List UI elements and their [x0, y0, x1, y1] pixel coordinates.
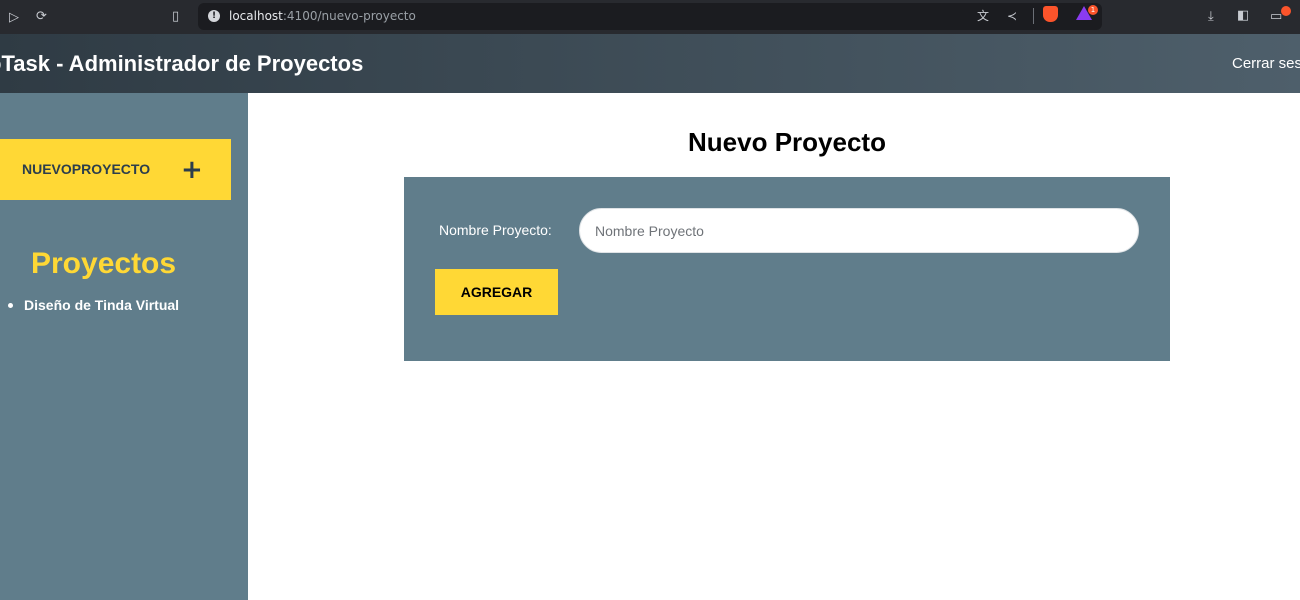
project-name-label: Nombre Proyecto:	[439, 222, 552, 238]
share-icon[interactable]: ≺	[1007, 10, 1017, 22]
address-bar[interactable]: ! localhost:4100/nuevo-proyecto 文 ≺	[198, 3, 1102, 30]
app-header: oTask - Administrador de Proyectos Cerra…	[0, 34, 1300, 93]
page-title: Nuevo Proyecto	[688, 127, 886, 157]
sidebar: NUEVOPROYECTO + Proyectos Diseño de Tind…	[0, 93, 248, 600]
project-name-input[interactable]	[579, 208, 1139, 253]
logout-button[interactable]: Cerrar ses	[1232, 55, 1300, 72]
new-project-button[interactable]: NUEVOPROYECTO +	[0, 139, 231, 200]
bullet-icon	[8, 302, 13, 308]
app-title: oTask - Administrador de Proyectos	[0, 51, 364, 76]
url-path: :4100/nuevo-proyecto	[282, 9, 416, 23]
url-text[interactable]: localhost:4100/nuevo-proyecto	[229, 9, 416, 23]
site-info-icon[interactable]: !	[208, 10, 220, 22]
play-icon[interactable]: ▷	[9, 11, 19, 24]
new-project-label: NUEVOPROYECTO	[22, 161, 151, 177]
download-icon[interactable]: ⤓	[1208, 10, 1214, 23]
project-list: Diseño de Tinda Virtual	[8, 297, 179, 313]
projects-heading: Proyectos	[31, 247, 177, 280]
wallet-notification-dot	[1281, 6, 1291, 16]
new-project-form: Nombre Proyecto: AGREGAR	[404, 177, 1170, 361]
translate-icon[interactable]: 文	[977, 10, 989, 22]
toolbar-divider	[1033, 8, 1034, 24]
reload-icon[interactable]: ⟳	[36, 10, 47, 23]
plus-icon: +	[181, 155, 203, 185]
project-list-item[interactable]: Diseño de Tinda Virtual	[8, 297, 179, 313]
project-name: Diseño de Tinda Virtual	[24, 297, 180, 313]
bookmark-icon[interactable]: ▯	[172, 10, 179, 23]
add-project-button[interactable]: AGREGAR	[435, 269, 558, 315]
rewards-badge: 1	[1088, 5, 1098, 15]
sidebar-toggle-icon[interactable]: ◧	[1237, 9, 1249, 22]
brave-shields-icon[interactable]	[1043, 6, 1058, 22]
browser-toolbar: ▷ ⟳ ▯ ! localhost:4100/nuevo-proyecto 文 …	[0, 0, 1300, 34]
url-host: localhost	[229, 9, 283, 23]
